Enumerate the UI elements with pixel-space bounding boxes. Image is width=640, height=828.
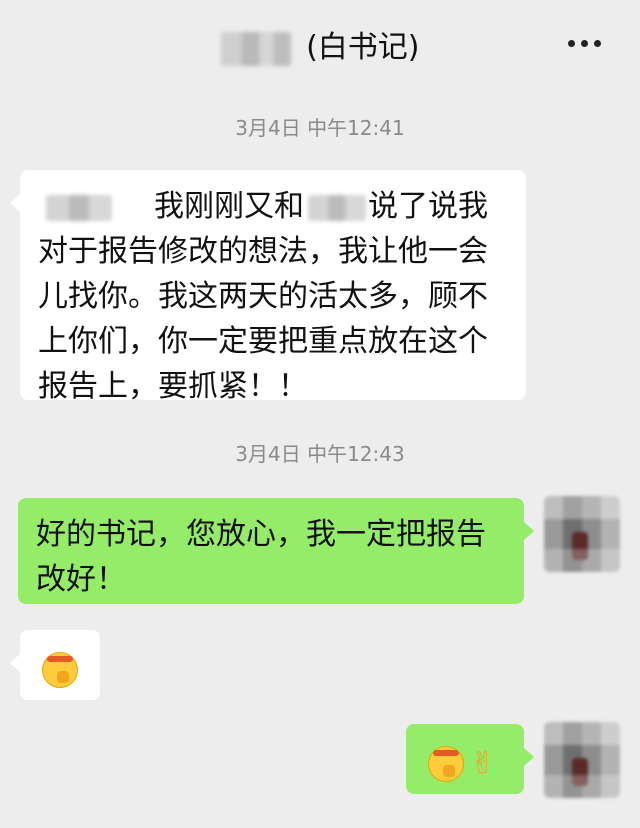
message-text-part: 我刚刚又和 (154, 189, 304, 224)
outgoing-message-bubble[interactable]: 好的书记，您放心，我一定把报告改好！ (18, 498, 534, 604)
outgoing-emoji-bubble[interactable]: ✌ (406, 724, 534, 794)
message-text: 好的书记，您放心，我一定把报告改好！ (36, 517, 486, 597)
timestamp: 3月4日 中午12:41 (235, 116, 405, 140)
chat-header: (白书记) (0, 0, 640, 88)
blurred-name (308, 194, 366, 221)
more-dots-icon[interactable] (568, 40, 602, 48)
timestamp: 3月4日 中午12:43 (235, 442, 405, 466)
determined-face-emoji (428, 745, 464, 782)
avatar[interactable] (544, 496, 620, 572)
victory-hand-emoji: ✌ (470, 746, 496, 781)
chat-title: (白书记) (0, 22, 640, 66)
determined-face-emoji (42, 651, 78, 688)
incoming-message-bubble[interactable]: 我刚刚又和 说了说我对于报告修改的想法，我让他一会儿找你。我这两天的活太多，顾不上… (10, 170, 526, 404)
incoming-emoji-bubble[interactable] (10, 630, 100, 700)
chat-title-text: (白书记) (306, 30, 420, 65)
blurred-contact-name (220, 31, 291, 66)
avatar[interactable] (544, 722, 620, 798)
blurred-name (46, 194, 112, 221)
